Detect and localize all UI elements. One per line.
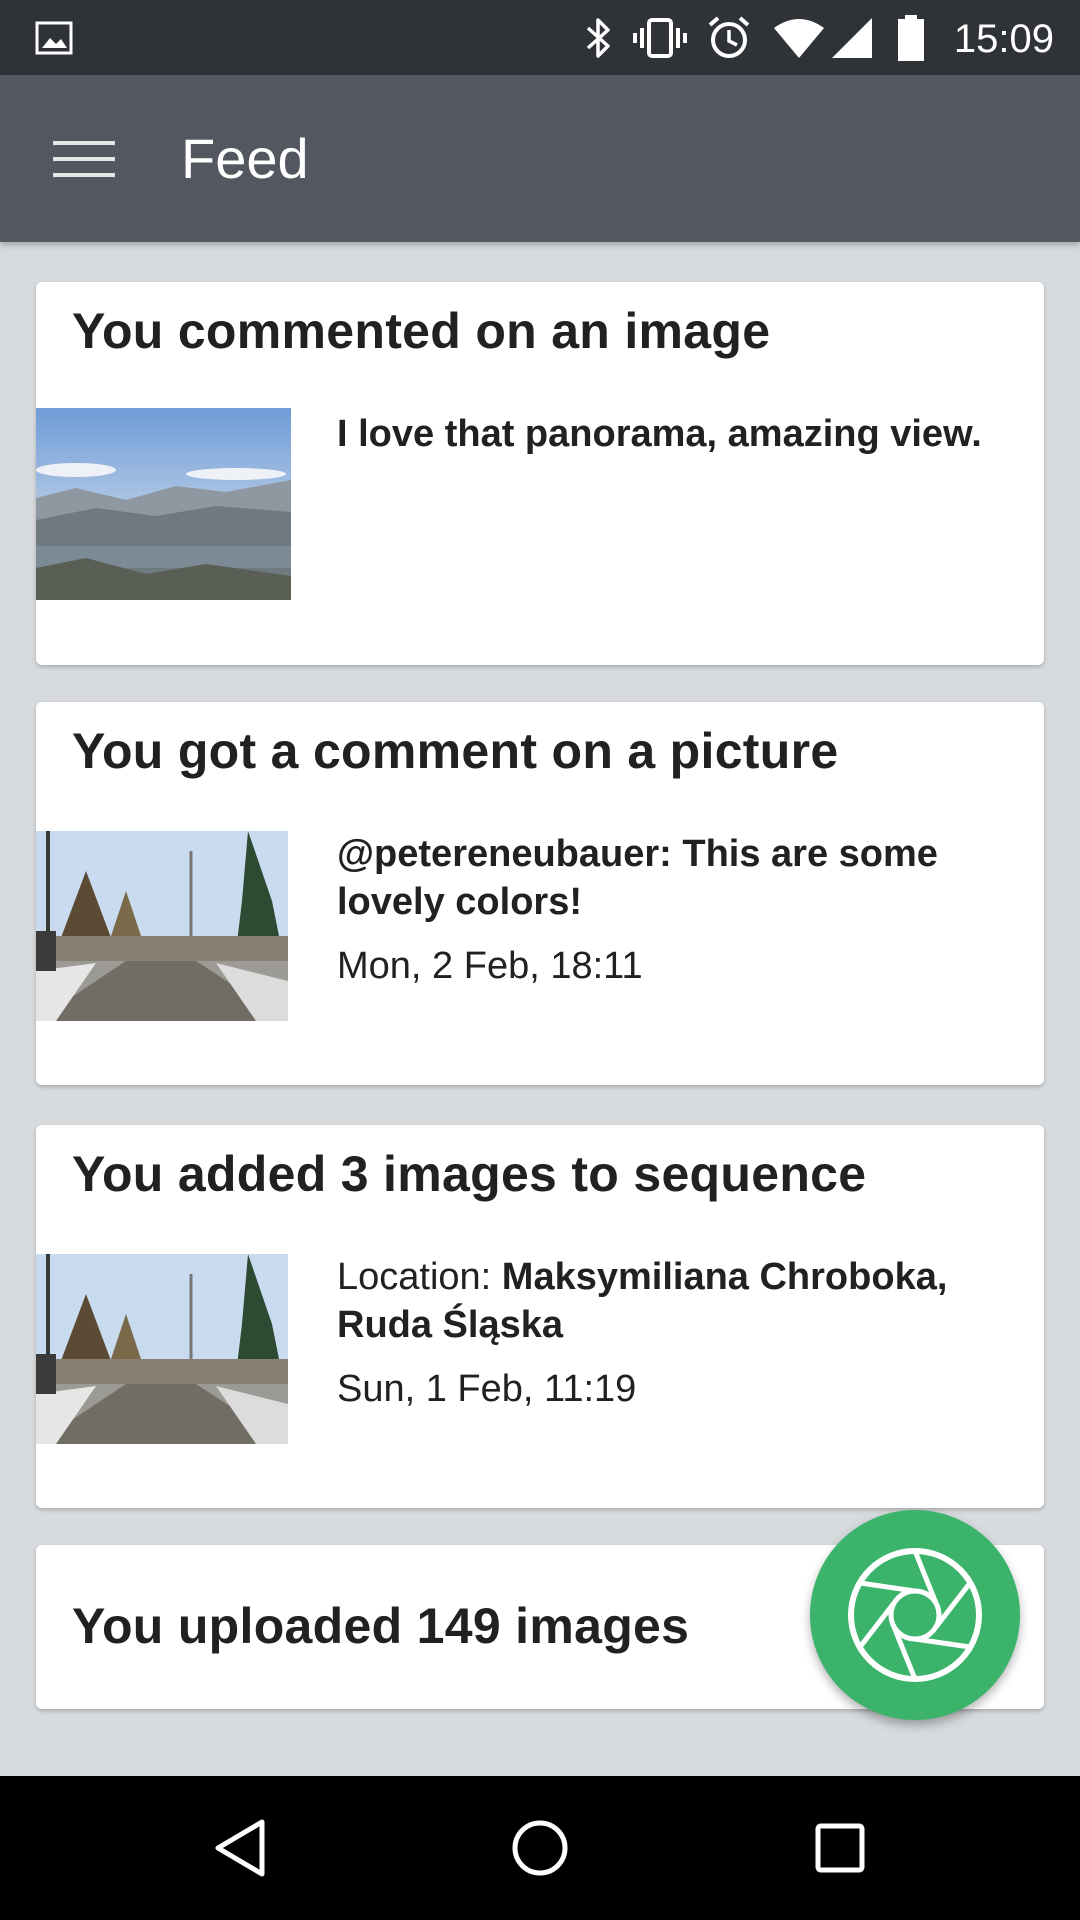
home-button[interactable] bbox=[460, 1776, 620, 1920]
wifi-icon bbox=[772, 0, 826, 75]
hamburger-menu-icon bbox=[53, 141, 115, 177]
status-time: 15:09 bbox=[953, 17, 1054, 61]
camera-fab-button[interactable] bbox=[810, 1510, 1020, 1720]
back-button[interactable] bbox=[160, 1776, 320, 1920]
feed-card-sequence[interactable]: You added 3 images to sequence Location:… bbox=[36, 1125, 1044, 1508]
location-label: Location: bbox=[337, 1256, 502, 1298]
timestamp: Mon, 2 Feb, 18:11 bbox=[337, 945, 643, 987]
card-body: @petereneubauer: This are some lovely co… bbox=[337, 830, 1017, 990]
navigation-bar bbox=[0, 1776, 1080, 1920]
home-icon bbox=[512, 1820, 568, 1876]
recents-button[interactable] bbox=[760, 1776, 920, 1920]
location-line: Location: Maksymiliana Chroboka, Ruda Śl… bbox=[337, 1253, 1017, 1349]
card-body: I love that panorama, amazing view. bbox=[337, 410, 1017, 458]
page-title: Feed bbox=[181, 127, 309, 190]
app-bar: Feed bbox=[0, 75, 1080, 242]
street-thumbnail[interactable] bbox=[36, 831, 288, 1021]
vibrate-icon bbox=[632, 0, 688, 75]
recents-icon bbox=[815, 1823, 865, 1873]
card-title: You got a comment on a picture bbox=[72, 723, 839, 779]
status-bar: 15:09 bbox=[0, 0, 1080, 75]
cell-signal-icon bbox=[830, 0, 874, 75]
timestamp: Sun, 1 Feb, 11:19 bbox=[337, 1368, 637, 1410]
back-icon bbox=[215, 1819, 265, 1877]
panorama-thumbnail[interactable] bbox=[36, 408, 291, 600]
card-title: You uploaded 149 images bbox=[72, 1598, 690, 1654]
card-title: You added 3 images to sequence bbox=[72, 1146, 867, 1202]
image-icon bbox=[34, 0, 74, 75]
bluetooth-icon bbox=[580, 0, 616, 75]
street-thumbnail[interactable] bbox=[36, 1254, 288, 1444]
battery-icon bbox=[896, 0, 926, 75]
feed-card-comment-received[interactable]: You got a comment on a picture @peterene… bbox=[36, 702, 1044, 1085]
comment-text: @petereneubauer: This are some lovely co… bbox=[337, 833, 938, 923]
feed-card-comment-made[interactable]: You commented on an image I love that pa… bbox=[36, 282, 1044, 665]
card-body: Location: Maksymiliana Chroboka, Ruda Śl… bbox=[337, 1253, 1017, 1413]
menu-button[interactable] bbox=[40, 115, 128, 203]
alarm-icon bbox=[706, 0, 752, 75]
camera-aperture-icon bbox=[848, 1548, 982, 1682]
card-title: You commented on an image bbox=[72, 303, 771, 359]
comment-text: I love that panorama, amazing view. bbox=[337, 413, 982, 455]
